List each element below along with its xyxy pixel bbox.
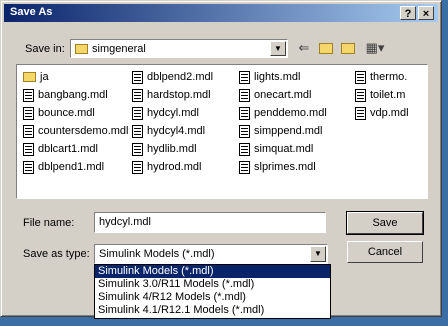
save-in-combo[interactable]: simgeneral ▼ xyxy=(70,39,288,58)
file-item[interactable]: vdp.mdl xyxy=(355,105,409,121)
file-item[interactable]: hydcyl4.mdl xyxy=(132,123,205,139)
mdl-file-icon xyxy=(23,142,34,156)
file-item[interactable]: countersdemo.mdl xyxy=(23,123,129,139)
file-item-label: penddemo.mdl xyxy=(254,107,327,119)
file-item-label: lights.mdl xyxy=(254,71,301,83)
save-as-type-combo[interactable]: Simulink Models (*.mdl) ▼ xyxy=(94,244,328,264)
file-item-label: thermo. xyxy=(370,71,408,83)
file-item-label: toilet.m xyxy=(370,89,406,101)
save-button[interactable]: Save xyxy=(346,211,424,235)
mdl-file-icon xyxy=(23,106,34,120)
up-folder-icon[interactable] xyxy=(316,39,336,57)
save-as-type-label: Save as type: xyxy=(23,248,90,260)
mdl-file-icon xyxy=(132,160,143,174)
save-in-value: simgeneral xyxy=(92,43,146,55)
mdl-file-icon xyxy=(23,88,34,102)
mdl-file-icon xyxy=(23,160,34,174)
save-in-label: Save in: xyxy=(25,43,65,55)
file-item[interactable]: lights.mdl xyxy=(239,69,300,85)
file-item[interactable]: simquat.mdl xyxy=(239,141,313,157)
mdl-file-icon xyxy=(239,88,250,102)
file-name-label: File name: xyxy=(23,217,75,229)
file-item[interactable]: hydlib.mdl xyxy=(132,141,197,157)
mdl-file-icon xyxy=(355,106,366,120)
help-button[interactable]: ? xyxy=(400,6,416,20)
mdl-file-icon xyxy=(23,124,34,138)
mdl-file-icon xyxy=(355,70,366,84)
mdl-file-icon xyxy=(355,88,366,102)
file-item-label: countersdemo.mdl xyxy=(38,125,129,137)
file-item[interactable]: bangbang.mdl xyxy=(23,87,108,103)
close-button[interactable]: × xyxy=(418,6,434,20)
file-item[interactable]: toilet.m xyxy=(355,87,405,103)
title-bar[interactable]: Save As ? × xyxy=(4,4,438,22)
dropdown-option[interactable]: Simulink 4.1/R12.1 Models (*.mdl) xyxy=(95,304,330,317)
file-item-label: hydrod.mdl xyxy=(147,161,202,173)
file-item-label: slprimes.mdl xyxy=(254,161,316,173)
file-item-label: vdp.mdl xyxy=(370,107,409,119)
file-item-label: bangbang.mdl xyxy=(38,89,108,101)
file-item-label: hydcyl.mdl xyxy=(147,107,199,119)
folder-icon xyxy=(75,44,88,55)
save-as-type-value: Simulink Models (*.mdl) xyxy=(99,248,215,260)
mdl-file-icon xyxy=(132,88,143,102)
file-item[interactable]: hardstop.mdl xyxy=(132,87,211,103)
file-item[interactable]: slprimes.mdl xyxy=(239,159,316,175)
dropdown-option[interactable]: Simulink Models (*.mdl) xyxy=(95,265,330,278)
chevron-down-icon[interactable]: ▼ xyxy=(310,246,326,262)
mdl-file-icon xyxy=(132,106,143,120)
file-item[interactable]: thermo. xyxy=(355,69,407,85)
file-item-label: dblcart1.mdl xyxy=(38,143,98,155)
file-item-label: hydcyl4.mdl xyxy=(147,125,206,137)
file-list[interactable]: ja bangbang.mdl bounce.mdl countersdemo.mdl… xyxy=(16,64,428,199)
file-item[interactable]: hydrod.mdl xyxy=(132,159,201,175)
folder-icon xyxy=(23,72,36,83)
view-menu-icon[interactable]: ▦▾ xyxy=(362,39,388,57)
mdl-file-icon xyxy=(132,124,143,138)
mdl-file-icon xyxy=(132,142,143,156)
file-item-label: simppend.mdl xyxy=(254,125,323,137)
file-item[interactable]: onecart.mdl xyxy=(239,87,311,103)
file-item[interactable]: bounce.mdl xyxy=(23,105,95,121)
save-as-dialog: Save As ? × Save in: simgeneral ▼ ⇐ ▦▾ j… xyxy=(0,0,442,319)
dropdown-option[interactable]: Simulink 3.0/R11 Models (*.mdl) xyxy=(95,278,330,291)
file-item-label: ja xyxy=(40,71,49,83)
file-item[interactable]: dblpend1.mdl xyxy=(23,159,104,175)
mdl-file-icon xyxy=(239,124,250,138)
file-item-label: simquat.mdl xyxy=(254,143,314,155)
new-folder-icon[interactable] xyxy=(338,39,358,57)
mdl-file-icon xyxy=(239,160,250,174)
chevron-down-icon[interactable]: ▼ xyxy=(270,41,286,56)
file-item-label: hydlib.mdl xyxy=(147,143,197,155)
mdl-file-icon xyxy=(239,70,250,84)
file-item-label: hardstop.mdl xyxy=(147,89,211,101)
save-as-type-dropdown[interactable]: Simulink Models (*.mdl) Simulink 3.0/R11 … xyxy=(94,264,331,319)
dialog-title: Save As xyxy=(10,6,53,18)
file-item-label: dblpend1.mdl xyxy=(38,161,105,173)
file-item-label: bounce.mdl xyxy=(38,107,95,119)
mdl-file-icon xyxy=(132,70,143,84)
folder-item[interactable]: ja xyxy=(23,69,49,85)
file-name-input[interactable]: hydcyl.mdl xyxy=(94,212,326,233)
mdl-file-icon xyxy=(239,106,250,120)
file-item[interactable]: penddemo.mdl xyxy=(239,105,327,121)
mdl-file-icon xyxy=(239,142,250,156)
file-item-label: onecart.mdl xyxy=(254,89,312,101)
back-arrow-icon[interactable]: ⇐ xyxy=(294,39,314,57)
file-item[interactable]: simppend.mdl xyxy=(239,123,322,139)
file-item-label: dblpend2.mdl xyxy=(147,71,214,83)
file-item[interactable]: hydcyl.mdl xyxy=(132,105,199,121)
dropdown-option[interactable]: Simulink 4/R12 Models (*.mdl) xyxy=(95,291,330,304)
file-item[interactable]: dblpend2.mdl xyxy=(132,69,213,85)
cancel-button[interactable]: Cancel xyxy=(347,241,423,263)
file-item[interactable]: dblcart1.mdl xyxy=(23,141,98,157)
